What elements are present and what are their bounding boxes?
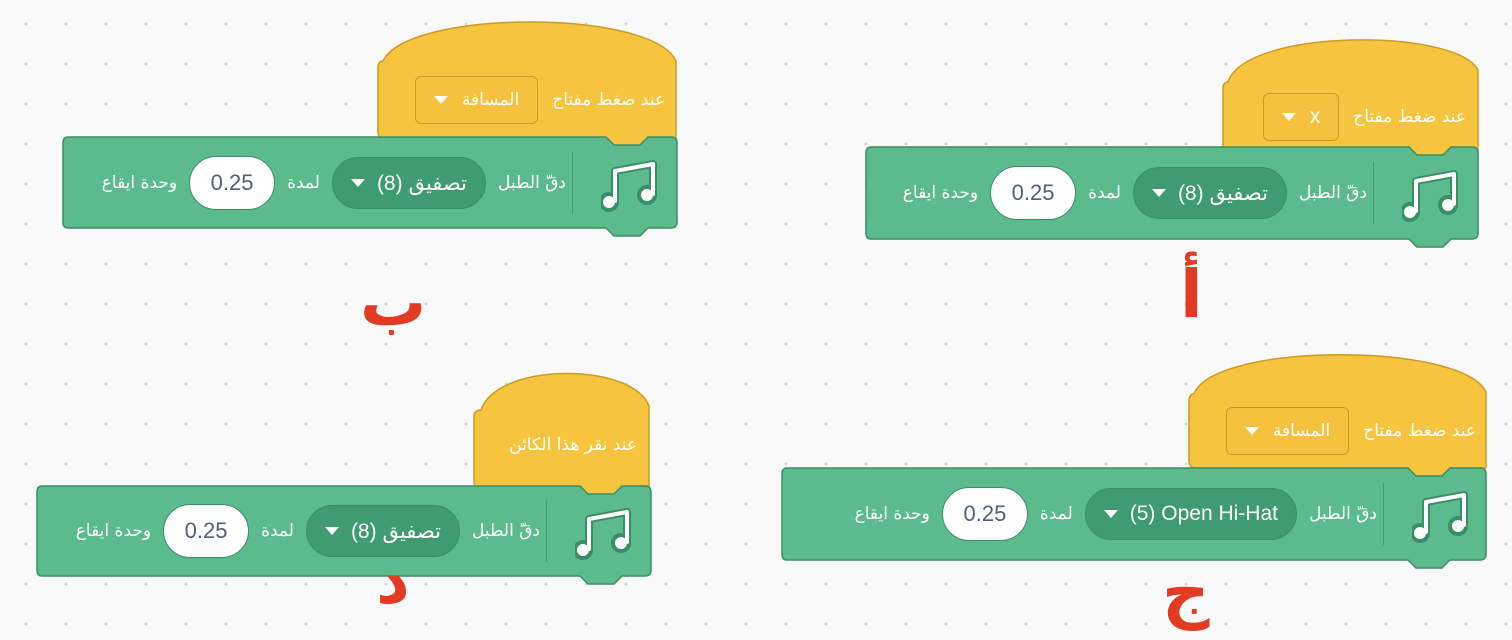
beats-value: 0.25 <box>1011 180 1055 205</box>
play-drum-label: دقّ الطبل <box>497 173 566 193</box>
drum-dropdown[interactable]: (8) تصفيق <box>331 157 486 209</box>
for-label: لمدة <box>1088 183 1121 203</box>
play-drum-block[interactable]: دقّ الطبل (8) تصفيق لمدة 0.25 وحدة ايقاع <box>102 144 665 222</box>
hat-label: عند نقر هذا الكائن <box>509 435 637 455</box>
for-label: لمدة <box>261 521 294 541</box>
music-notes-icon <box>575 508 631 560</box>
option-letter-b: ب <box>360 264 427 341</box>
option-letter-c: ج <box>1162 554 1210 631</box>
icon-separator <box>1373 162 1374 224</box>
icon-separator <box>572 152 573 214</box>
dropdown-arrow-icon <box>1103 510 1118 518</box>
drum-dropdown[interactable]: (5) Open Hi-Hat <box>1084 488 1297 540</box>
key-value: المسافة <box>1272 421 1331 441</box>
key-value: x <box>1309 105 1321 128</box>
for-label: لمدة <box>287 173 320 193</box>
key-value: المسافة <box>461 90 520 110</box>
drum-value: (8) تصفيق <box>350 519 441 543</box>
script-a[interactable]: عند ضغط مفتاح x دقّ الطبل (8) تصفيق لمدة… <box>865 39 1480 254</box>
beats-input[interactable]: 0.25 <box>990 166 1077 220</box>
dropdown-arrow-icon <box>1244 427 1259 435</box>
drum-value: (5) Open Hi-Hat <box>1129 502 1278 525</box>
beats-value: 0.25 <box>184 518 228 543</box>
beats-input[interactable]: 0.25 <box>941 487 1028 541</box>
script-d[interactable]: عند نقر هذا الكائن دقّ الطبل (8) تصفيق ل… <box>36 372 653 585</box>
hat-block[interactable]: عند نقر هذا الكائن <box>509 420 637 470</box>
key-dropdown[interactable]: x <box>1262 93 1340 141</box>
hat-label: عند ضغط مفتاح <box>1353 107 1466 127</box>
icon-separator <box>1383 483 1384 545</box>
dropdown-arrow-icon <box>1151 189 1166 197</box>
music-notes-icon <box>601 160 657 212</box>
key-dropdown[interactable]: المسافة <box>1225 407 1350 455</box>
music-notes-icon <box>1402 170 1458 222</box>
play-drum-label: دقّ الطبل <box>1298 183 1367 203</box>
icon-separator <box>546 500 547 562</box>
dropdown-arrow-icon <box>1281 113 1296 121</box>
beats-value: 0.25 <box>963 501 1007 526</box>
play-drum-block[interactable]: دقّ الطبل (5) Open Hi-Hat لمدة 0.25 وحدة… <box>855 475 1476 553</box>
play-drum-label: دقّ الطبل <box>471 521 540 541</box>
beats-value: 0.25 <box>210 170 254 195</box>
beats-label: وحدة ايقاع <box>902 183 979 203</box>
hat-block[interactable]: عند ضغط مفتاح المسافة <box>1214 400 1476 462</box>
dropdown-arrow-icon <box>350 179 365 187</box>
beats-label: وحدة ايقاع <box>101 173 178 193</box>
option-letter-a: أ <box>1180 256 1203 333</box>
beats-input[interactable]: 0.25 <box>163 504 250 558</box>
drum-dropdown[interactable]: (8) تصفيق <box>1132 167 1287 219</box>
option-letter-d: د <box>376 542 410 619</box>
drum-value: (8) تصفيق <box>1177 181 1268 205</box>
beats-label: وحدة ايقاع <box>75 521 152 541</box>
for-label: لمدة <box>1039 504 1073 524</box>
hat-block[interactable]: عند ضغط مفتاح المسافة <box>403 69 665 131</box>
play-drum-block[interactable]: دقّ الطبل (8) تصفيق لمدة 0.25 وحدة ايقاع <box>76 492 639 570</box>
drum-value: (8) تصفيق <box>376 171 467 195</box>
beats-input[interactable]: 0.25 <box>189 156 276 210</box>
beats-label: وحدة ايقاع <box>854 504 930 524</box>
music-notes-icon <box>1412 491 1468 543</box>
script-b[interactable]: عند ضغط مفتاح المسافة دقّ الطبل (8) تصفي… <box>62 21 679 245</box>
dropdown-arrow-icon <box>324 527 339 535</box>
hat-label: عند ضغط مفتاح <box>1363 421 1476 441</box>
dropdown-arrow-icon <box>433 96 448 104</box>
hat-label: عند ضغط مفتاح <box>552 90 665 110</box>
script-c[interactable]: عند ضغط مفتاح المسافة دقّ الطبل (5) Open… <box>781 354 1490 580</box>
hat-block[interactable]: عند ضغط مفتاح x <box>1251 86 1466 148</box>
play-drum-block[interactable]: دقّ الطبل (8) تصفيق لمدة 0.25 وحدة ايقاع <box>903 154 1466 232</box>
play-drum-label: دقّ الطبل <box>1308 504 1377 524</box>
key-dropdown[interactable]: المسافة <box>414 76 539 124</box>
